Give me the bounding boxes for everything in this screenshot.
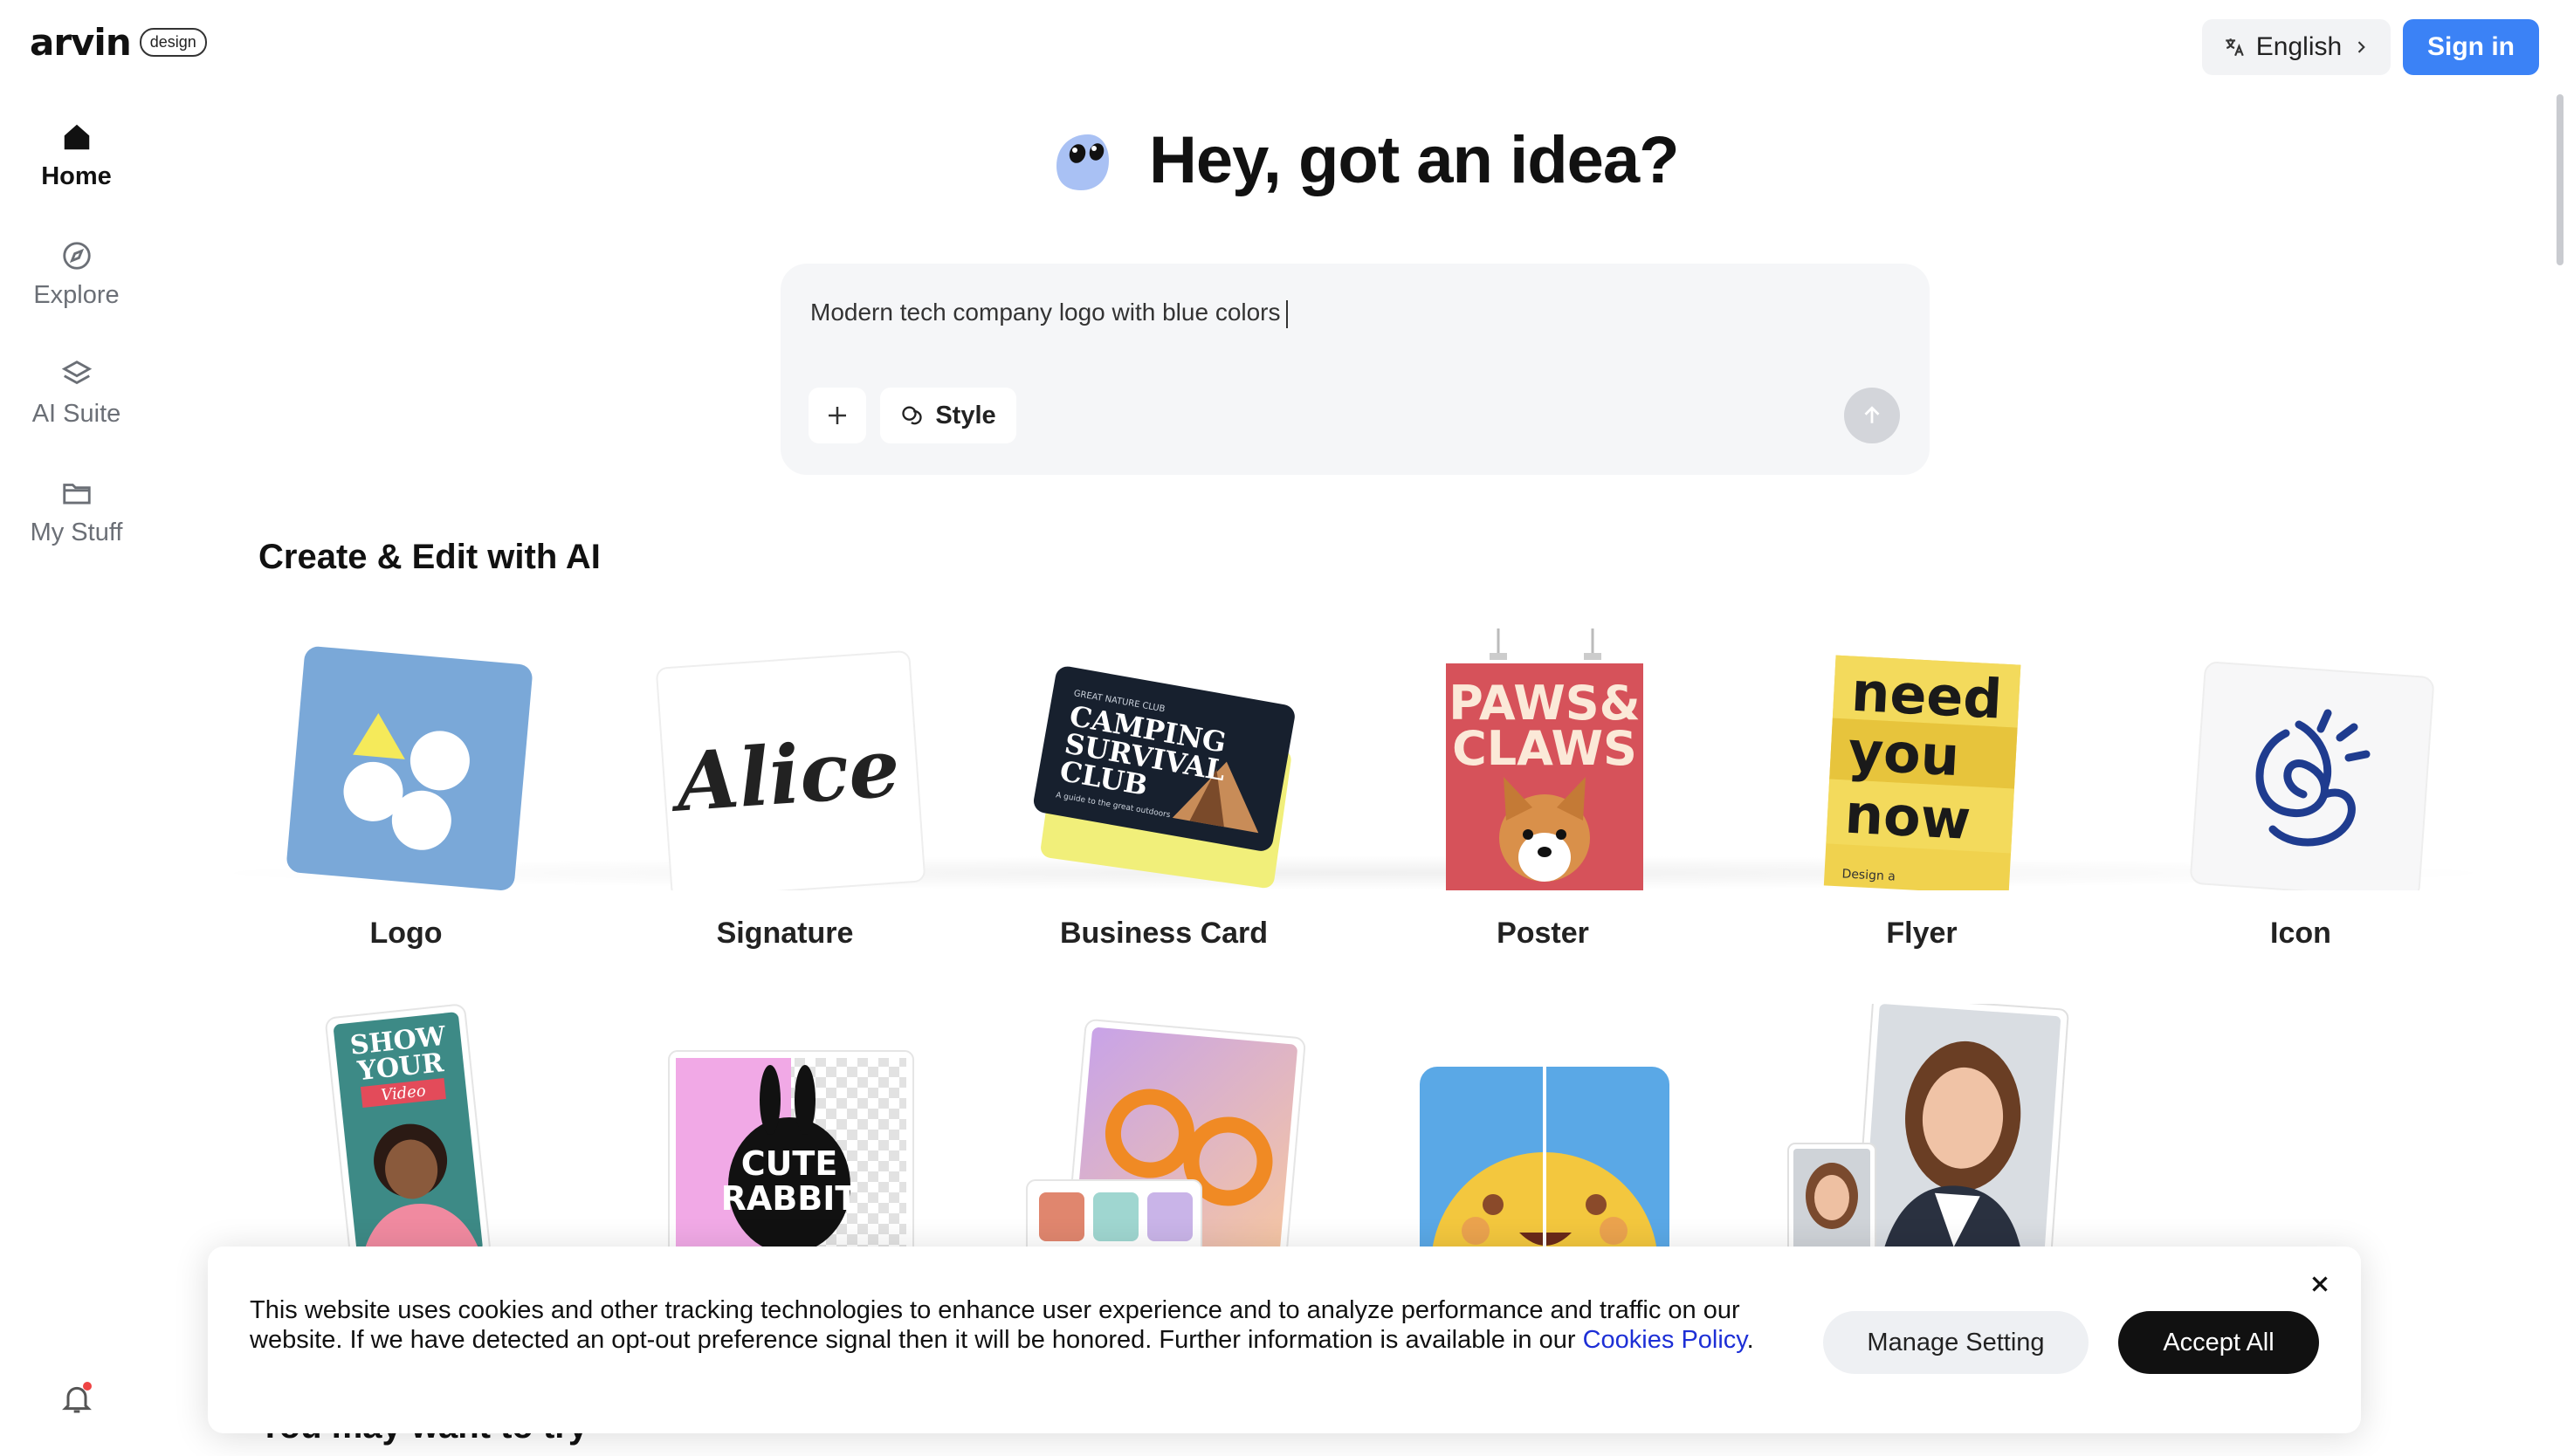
card-signature[interactable]: Alice Signature	[595, 628, 974, 1013]
translate-icon	[2226, 38, 2244, 57]
plus-icon	[829, 407, 846, 424]
chevron-right-icon	[2357, 41, 2366, 53]
poster-thumbnail: PAWS& CLAWS	[1446, 628, 1643, 890]
style-label: Style	[935, 401, 996, 429]
flyer-line2: you	[1847, 719, 1961, 789]
signature-text: Alice	[666, 720, 903, 830]
card-business-card[interactable]: GREAT NATURE CLUB CAMPING SURVIVAL CLUB …	[974, 628, 1353, 1013]
brand-tag: design	[139, 28, 207, 57]
business-card-thumbnail: GREAT NATURE CLUB CAMPING SURVIVAL CLUB …	[1033, 666, 1295, 889]
signature-thumbnail: Alice	[656, 650, 926, 890]
card-icon[interactable]: Icon	[2111, 628, 2490, 1013]
card-flyer[interactable]: need you now Design a Flyer	[1732, 628, 2111, 1013]
language-label: English	[2255, 32, 2343, 61]
sidebar-item-label: Home	[41, 162, 112, 190]
manage-settings-button[interactable]: Manage Setting	[1823, 1311, 2089, 1374]
icon-thumbnail	[2190, 662, 2434, 890]
flyer-thumbnail: need you now Design a	[1823, 655, 2021, 890]
prompt-value: Modern tech company logo with blue color…	[810, 299, 1281, 326]
send-button[interactable]	[1844, 388, 1900, 443]
sidebar-item-label: Explore	[33, 281, 120, 309]
brand-name: arvin	[30, 21, 132, 64]
cookie-banner: This website uses cookies and other trac…	[208, 1247, 2361, 1433]
card-label: Poster	[1497, 917, 1589, 950]
headshot-thumbnail	[1787, 1004, 2069, 1266]
cookie-message: This website uses cookies and other trac…	[250, 1296, 1754, 1354]
scrollbar-thumb[interactable]	[2557, 94, 2564, 265]
video-thumbnail: SHOW YOUR Video	[325, 1004, 491, 1266]
language-button[interactable]: English	[2202, 19, 2391, 75]
card-label: Icon	[2270, 917, 2331, 950]
sidebar: Home Explore AI Suite My Stuff	[0, 105, 153, 580]
sign-in-button[interactable]: Sign in	[2403, 19, 2539, 75]
sidebar-item-ai-suite[interactable]: AI Suite	[0, 342, 153, 461]
sidebar-item-explore[interactable]: Explore	[0, 223, 153, 342]
mascot-icon	[1056, 134, 1109, 190]
flyer-line3: now	[1843, 782, 1972, 852]
text-caret	[1285, 299, 1288, 328]
sidebar-item-my-stuff[interactable]: My Stuff	[0, 461, 153, 580]
layers-icon	[61, 361, 92, 385]
flyer-footer: Design a	[1841, 867, 1896, 883]
sidebar-item-label: AI Suite	[31, 400, 121, 428]
card-poster[interactable]: PAWS& CLAWS Poster	[1353, 628, 1732, 1013]
color-palette-thumbnail	[1026, 1019, 1306, 1266]
accept-all-button[interactable]: Accept All	[2118, 1311, 2319, 1374]
home-icon	[64, 124, 89, 150]
hero: Hey, got an idea?	[1044, 122, 1680, 198]
style-button[interactable]: Style	[880, 388, 1016, 443]
cookies-policy-link[interactable]: Cookies Policy	[1583, 1326, 1747, 1354]
close-icon[interactable]	[2307, 1271, 2333, 1297]
sidebar-item-home[interactable]: Home	[0, 105, 153, 223]
arrow-up-icon	[1864, 406, 1880, 423]
card-label: Business Card	[1059, 917, 1269, 950]
add-attachment-button[interactable]	[809, 388, 866, 443]
prompt-input[interactable]: Modern tech company logo with blue color…	[810, 299, 1288, 328]
style-icon	[902, 406, 922, 425]
folder-icon	[62, 484, 91, 505]
card-label: Logo	[369, 917, 443, 950]
sidebar-item-label: My Stuff	[30, 519, 123, 546]
rabbit-line1: CUTE	[741, 1144, 838, 1183]
rabbit-line2: RABBIT	[721, 1179, 858, 1218]
cookie-message-text: This website uses cookies and other trac…	[250, 1296, 1740, 1354]
emoji-thumbnail	[1420, 1067, 1669, 1266]
notification-dot	[83, 1382, 92, 1391]
card-label: Signature	[716, 917, 854, 950]
card-label: Flyer	[1886, 917, 1958, 950]
section-title: Create & Edit with AI	[258, 538, 601, 576]
remove-background-thumbnail: CUTE RABBIT	[668, 1050, 914, 1266]
logo-thumbnail	[286, 646, 533, 890]
brand-logo[interactable]: arvin design	[30, 21, 207, 64]
prompt-box: Modern tech company logo with blue color…	[781, 264, 1930, 475]
poster-line2: CLAWS	[1452, 721, 1637, 776]
page-title: Hey, got an idea?	[1149, 123, 1680, 197]
compass-icon	[62, 242, 91, 270]
card-logo[interactable]: Logo	[217, 628, 595, 1013]
